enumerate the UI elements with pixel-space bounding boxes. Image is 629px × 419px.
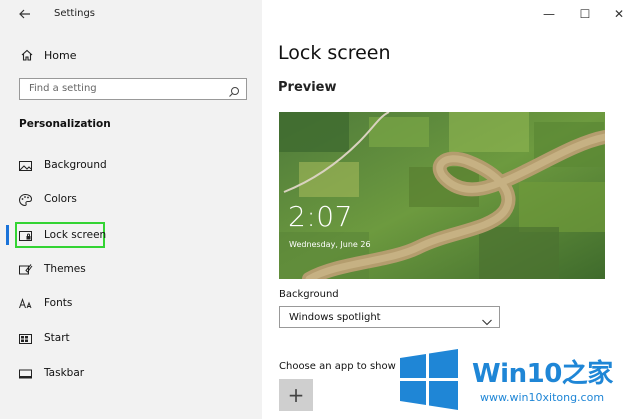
- sidebar-item-label: Lock screen: [44, 229, 107, 241]
- sidebar: Settings Home Find a setting Personaliza…: [0, 0, 262, 419]
- windows-logo-icon: [400, 349, 458, 410]
- active-indicator: [6, 225, 9, 245]
- sidebar-item-home[interactable]: Home: [0, 44, 262, 68]
- back-arrow-icon[interactable]: [18, 7, 34, 23]
- watermark-brand-cn: 之家: [561, 359, 614, 389]
- minimize-button[interactable]: —: [542, 7, 556, 21]
- taskbar-icon: [18, 366, 33, 380]
- picture-icon: [18, 158, 33, 172]
- preview-heading: Preview: [278, 80, 337, 95]
- sidebar-item-themes[interactable]: Themes: [0, 256, 262, 282]
- chevron-down-icon: [481, 312, 493, 326]
- sidebar-item-label: Colors: [44, 193, 77, 205]
- watermark-brand: Win10之家: [472, 353, 613, 390]
- sidebar-item-label: Start: [44, 332, 70, 344]
- brush-icon: [18, 262, 33, 276]
- sidebar-item-background[interactable]: Background: [0, 152, 262, 178]
- close-button[interactable]: ✕: [612, 7, 626, 21]
- home-label: Home: [44, 49, 77, 62]
- sidebar-item-label: Fonts: [44, 297, 73, 309]
- palette-icon: [18, 192, 33, 207]
- search-icon[interactable]: [228, 83, 240, 97]
- lock-screen-preview: 2:07 Wednesday, June 26: [279, 112, 605, 279]
- choose-app-label: Choose an app to show: [279, 361, 396, 372]
- search-placeholder: Find a setting: [29, 83, 97, 94]
- sidebar-item-lock-screen[interactable]: Lock screen: [0, 222, 262, 248]
- sidebar-item-colors[interactable]: Colors: [0, 186, 262, 212]
- background-dropdown[interactable]: Windows spotlight: [279, 306, 500, 328]
- home-icon: [20, 47, 34, 61]
- lock-screen-date: Wednesday, June 26: [289, 240, 371, 249]
- sidebar-item-label: Themes: [44, 263, 86, 275]
- plus-icon: +: [287, 383, 305, 407]
- sidebar-item-label: Taskbar: [44, 367, 85, 379]
- background-label: Background: [279, 289, 339, 300]
- sidebar-item-start[interactable]: Start: [0, 325, 262, 351]
- search-input[interactable]: Find a setting: [19, 78, 247, 100]
- sidebar-item-taskbar[interactable]: Taskbar: [0, 360, 262, 386]
- watermark: Win10之家 www.win10xitong.com: [398, 349, 629, 417]
- add-app-button[interactable]: +: [279, 379, 313, 411]
- sidebar-item-fonts[interactable]: Fonts: [0, 290, 262, 316]
- watermark-url: www.win10xitong.com: [480, 391, 605, 404]
- section-title: Personalization: [19, 118, 111, 130]
- app-title: Settings: [54, 8, 96, 19]
- watermark-brand-en: Win10: [472, 359, 562, 389]
- lock-screen-icon: [18, 228, 33, 242]
- lock-screen-time: 2:07: [288, 200, 353, 233]
- maximize-button[interactable]: ☐: [578, 7, 592, 21]
- page-title: Lock screen: [278, 42, 391, 64]
- landscape-image: [279, 112, 605, 279]
- title-bar: Settings: [0, 0, 262, 30]
- fonts-icon: [18, 296, 33, 310]
- start-icon: [18, 331, 33, 345]
- sidebar-item-label: Background: [44, 159, 107, 171]
- background-dropdown-value: Windows spotlight: [289, 312, 381, 323]
